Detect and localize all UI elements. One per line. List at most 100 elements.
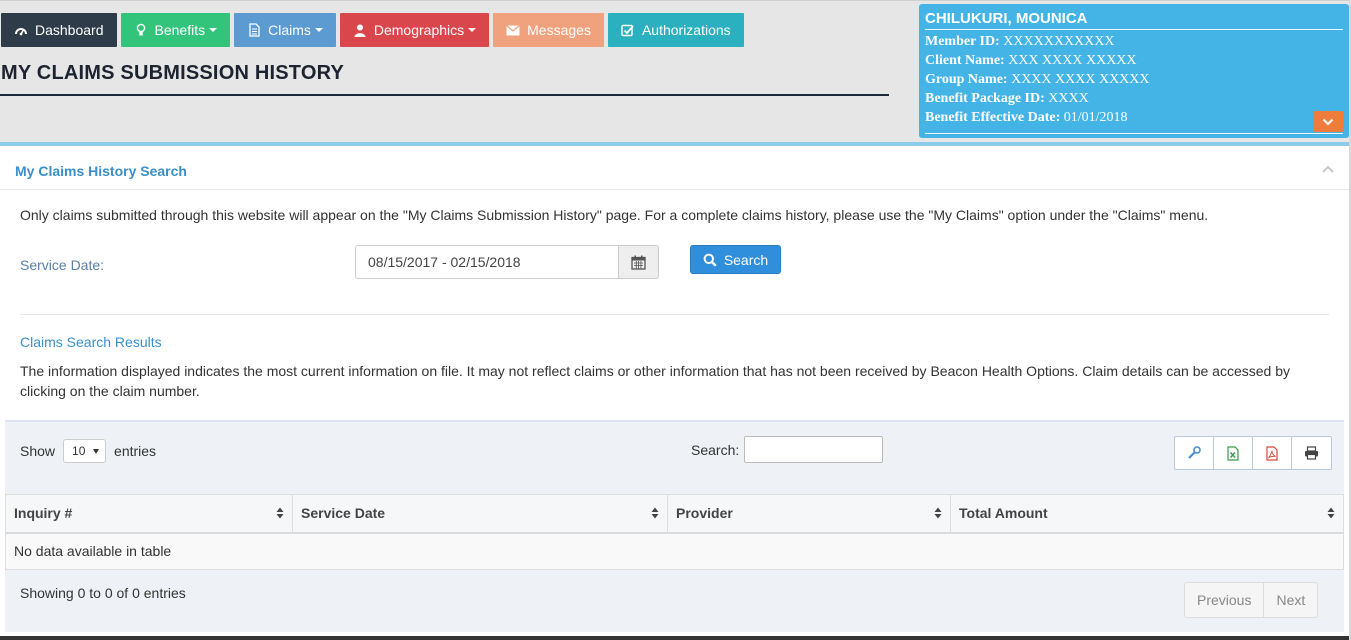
sort-icon [651,507,659,519]
pdf-file-icon [1266,445,1278,461]
section-divider [20,314,1329,315]
results-table-container: Show 10 entries Search: Inquiry # Servic… [5,420,1344,632]
page-length-select[interactable]: 10 [63,439,107,463]
printer-icon [1305,446,1318,460]
user-icon [353,23,367,37]
chevron-down-icon [314,28,323,32]
column-header-provider[interactable]: Provider [667,494,951,534]
next-page-button[interactable]: Next [1264,583,1317,617]
lightbulb-icon [134,23,148,37]
nav-claims-label: Claims [268,22,311,38]
excel-file-icon [1227,445,1239,461]
column-settings-button[interactable] [1175,437,1214,469]
member-name: CHILUKURI, MOUNICA [925,10,1343,30]
group-name-value: XXXX XXXX XXXXX [1011,72,1150,87]
dashboard-icon [14,23,28,37]
column-header-service-date[interactable]: Service Date [292,494,668,534]
table-search-label: Search: [691,441,740,458]
member-id-value: XXXXXXXXXXX [1003,34,1115,49]
effective-date-label: Benefit Effective Date: [925,110,1061,125]
nav-demographics-label: Demographics [373,22,465,38]
service-date-group [355,245,659,279]
export-pdf-button[interactable] [1253,437,1292,469]
benefit-package-label: Benefit Package ID: [925,91,1045,106]
nav-dashboard-label: Dashboard [35,22,104,38]
title-underline [0,94,889,96]
search-panel-header[interactable]: My Claims History Search [0,150,1351,190]
group-name-row: Group Name: XXXX XXXX XXXXX [925,70,1343,89]
nav-benefits-label: Benefits [154,22,206,38]
table-info: Showing 0 to 0 of 0 entries [20,585,186,601]
effective-date-value: 01/01/2018 [1063,110,1128,125]
expand-member-button[interactable] [1313,111,1343,132]
table-search-input[interactable] [744,436,884,463]
search-icon [703,253,717,267]
client-name-value: XXX XXXX XXXXX [1008,53,1137,68]
wrench-icon [1188,446,1201,459]
column-label: Inquiry # [14,505,73,522]
nav-messages-button[interactable]: Messages [493,13,604,47]
column-header-total-amount[interactable]: Total Amount [950,494,1344,534]
export-excel-button[interactable] [1214,437,1253,469]
column-label: Service Date [301,505,386,522]
page-length-value: 10 [72,444,86,458]
column-label: Total Amount [959,505,1048,522]
chevron-up-icon[interactable] [1321,164,1335,174]
nav-demographics-button[interactable]: Demographics [339,13,490,47]
column-header-inquiry[interactable]: Inquiry # [5,494,293,534]
search-button[interactable]: Search [690,245,781,274]
service-date-label: Service Date: [20,257,105,273]
dropdown-arrow-icon [93,449,100,454]
group-name-label: Group Name: [925,72,1008,87]
nav-claims-button[interactable]: Claims [234,13,336,47]
member-info-card: CHILUKURI, MOUNICA Member ID: XXXXXXXXXX… [919,4,1349,138]
envelope-icon [506,23,521,37]
intro-text: Only claims submitted through this websi… [20,207,1209,223]
page-length-control: Show 10 entries [20,439,156,463]
nav-authorizations-button[interactable]: Authorizations [607,13,744,47]
nav-benefits-button[interactable]: Benefits [120,13,231,47]
effective-date-row: Benefit Effective Date: 01/01/2018 [925,108,1343,127]
member-details: Member ID: XXXXXXXXXXX Client Name: XXX … [925,32,1343,127]
pagination: Previous Next [1184,582,1319,618]
client-name-row: Client Name: XXX XXXX XXXXX [925,51,1343,70]
checkbox-icon [621,23,635,37]
entries-label: entries [114,443,157,459]
show-label: Show [20,443,56,459]
column-label: Provider [676,505,733,522]
claims-table: Inquiry # Service Date Provider Total Am… [5,494,1344,570]
sort-icon [276,507,284,519]
table-header-row: Inquiry # Service Date Provider Total Am… [5,494,1344,534]
empty-table-message: No data available in table [5,532,1344,570]
bottom-border [0,636,1351,640]
sort-icon [1327,507,1335,519]
service-date-input[interactable] [355,245,619,279]
nav-messages-label: Messages [527,22,591,38]
page-title: MY CLAIMS SUBMISSION HISTORY [1,62,345,84]
member-id-row: Member ID: XXXXXXXXXXX [925,32,1343,51]
benefit-package-row: Benefit Package ID: XXXX [925,89,1343,108]
panel-title: My Claims History Search [15,163,187,179]
previous-page-button[interactable]: Previous [1185,583,1265,617]
chevron-down-icon [209,28,218,32]
nav-authorizations-label: Authorizations [641,22,731,38]
main-nav: Dashboard Benefits Claims Demographics M… [1,13,748,47]
header-stripe [0,142,1351,146]
calendar-icon [631,255,646,270]
member-id-label: Member ID: [925,34,1000,49]
print-button[interactable] [1292,437,1331,469]
benefit-package-value: XXXX [1048,91,1089,106]
results-info-text: The information displayed indicates the … [20,363,1290,399]
results-title: Claims Search Results [20,334,162,350]
document-icon [247,23,261,37]
table-row: No data available in table [5,532,1344,570]
calendar-button[interactable] [619,245,659,279]
sort-icon [934,507,942,519]
card-divider [925,133,1343,134]
table-search-control: Search: [691,436,884,463]
chevron-down-icon [468,28,477,32]
client-name-label: Client Name: [925,53,1005,68]
chevron-down-icon [1322,118,1334,126]
search-button-label: Search [723,251,769,268]
nav-dashboard-button[interactable]: Dashboard [1,13,117,47]
